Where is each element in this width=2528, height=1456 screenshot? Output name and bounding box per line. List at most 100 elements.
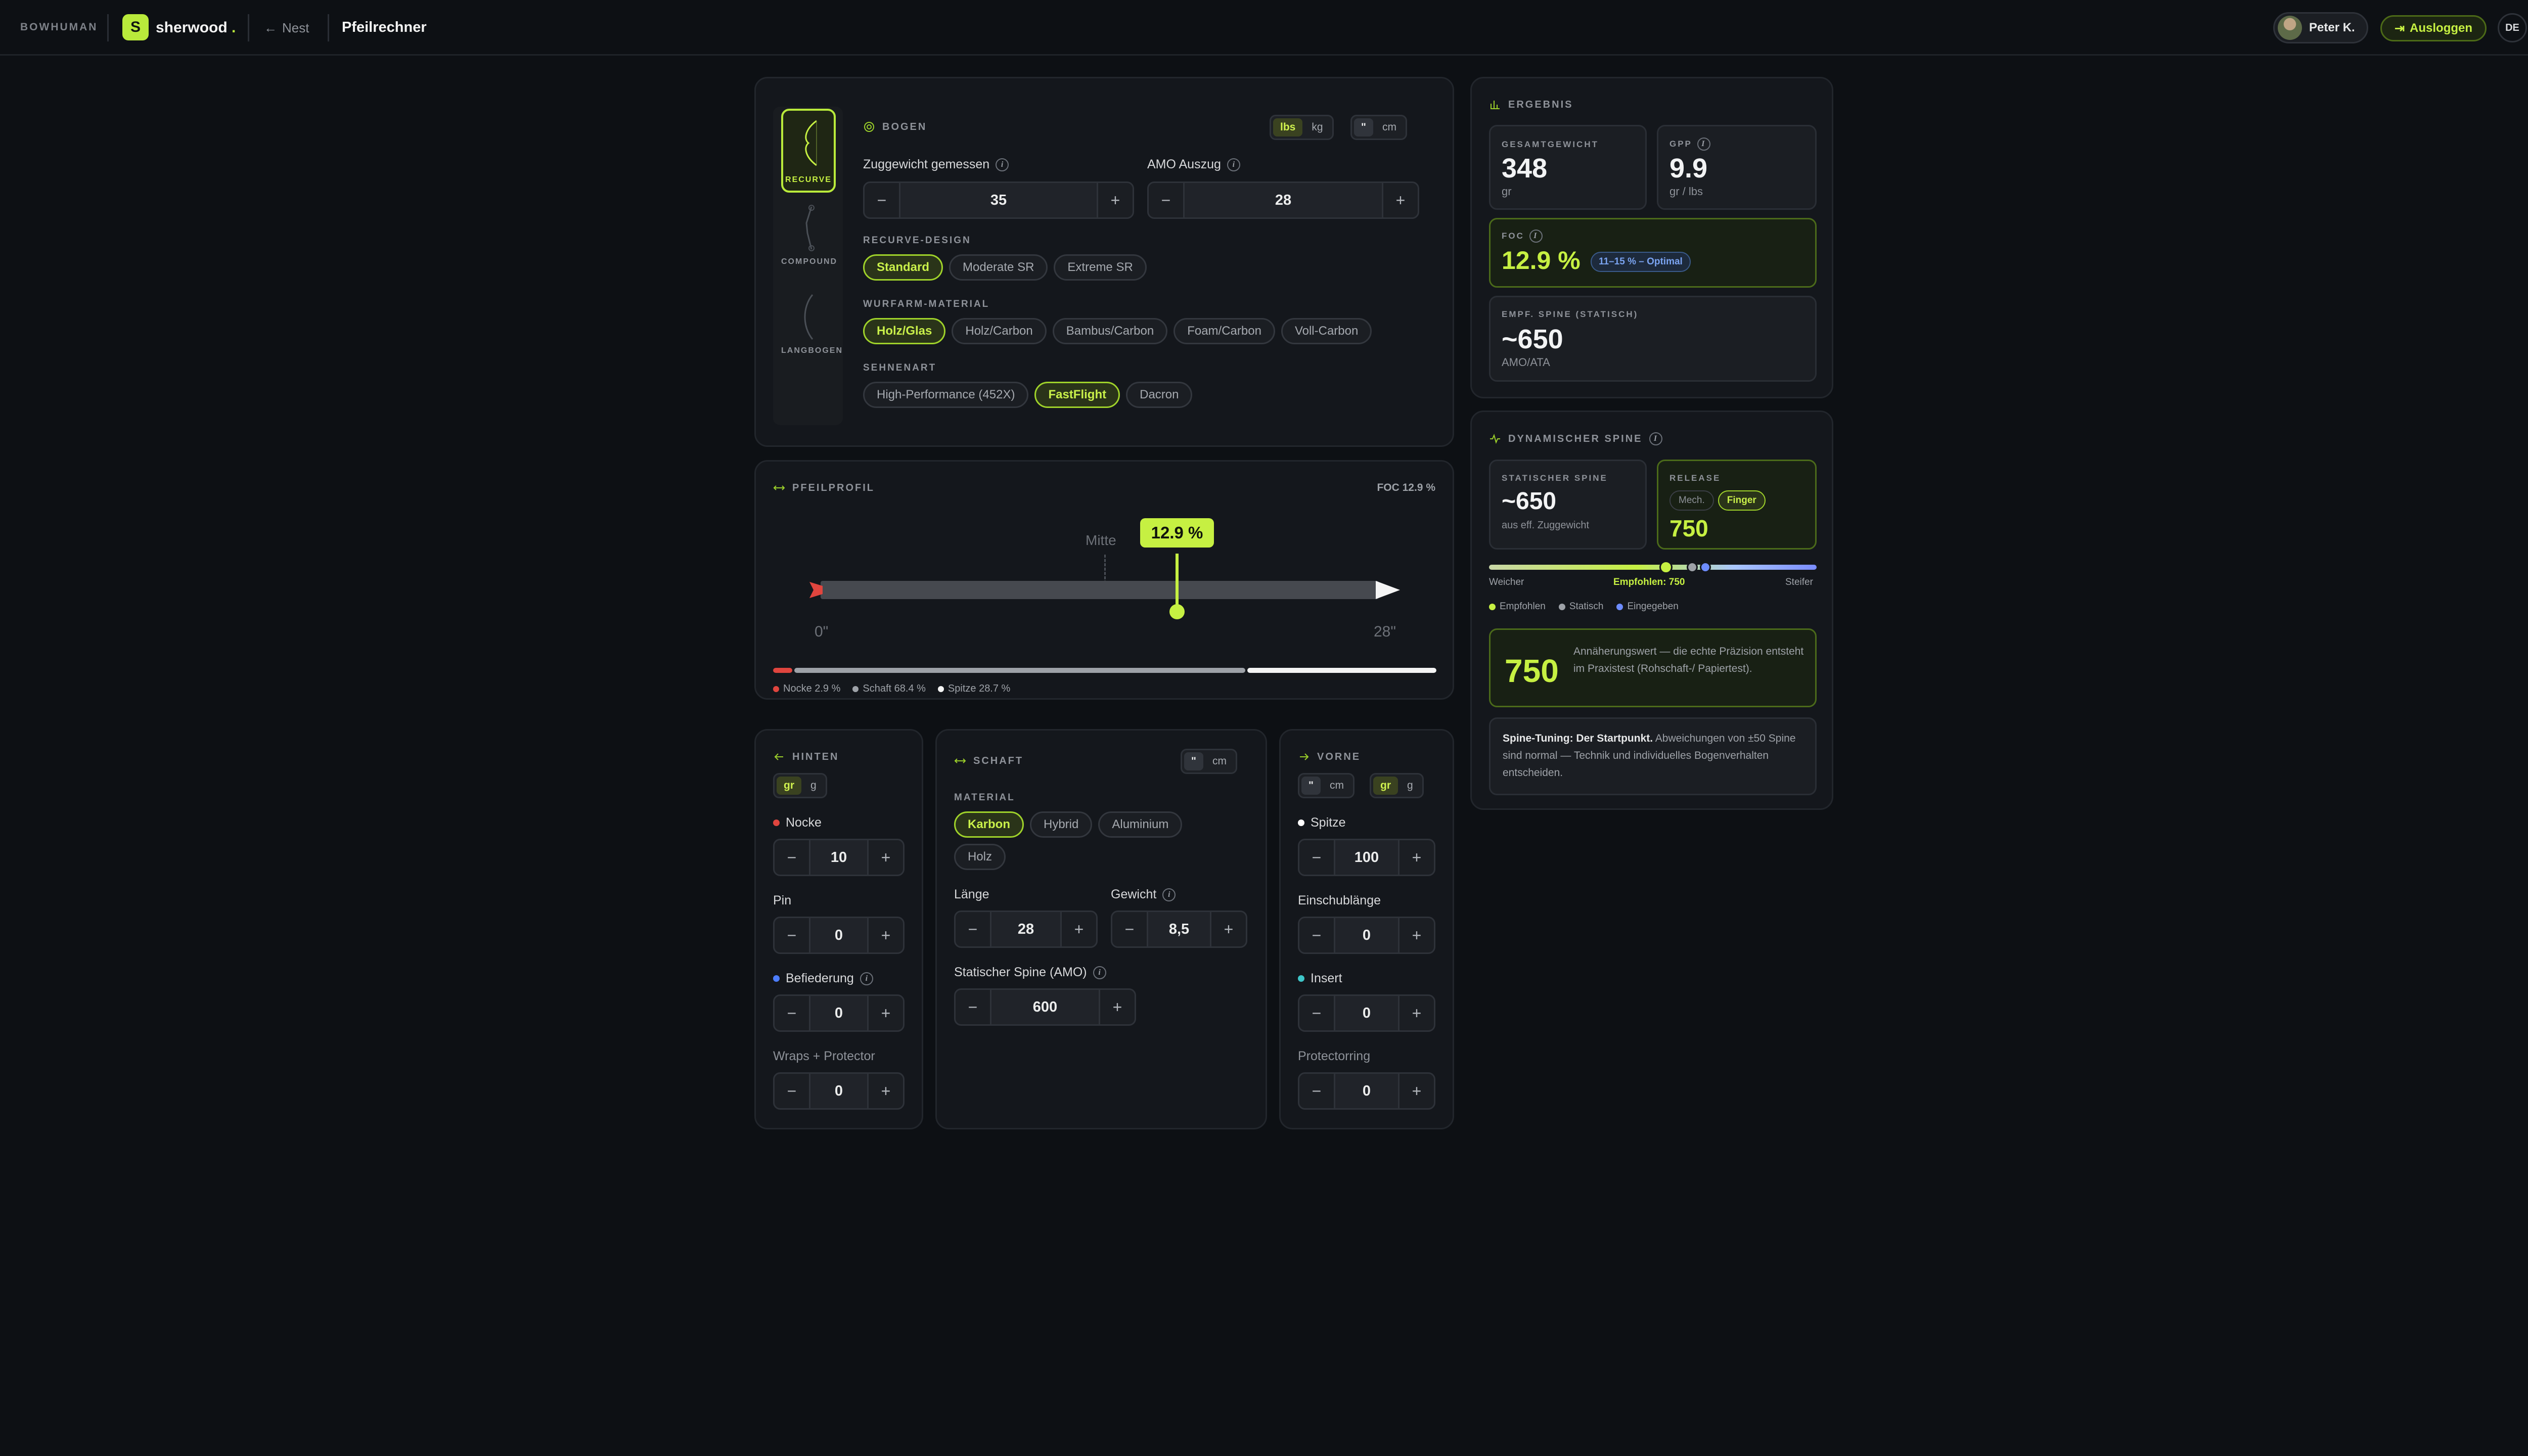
- limb-option[interactable]: Holz/Glas: [863, 318, 946, 344]
- unit-inch[interactable]: ": [1184, 752, 1203, 770]
- bow-type-recurve[interactable]: RECURVE: [781, 109, 836, 193]
- plus-button[interactable]: +: [1400, 840, 1434, 875]
- static-spine-value[interactable]: 600: [990, 990, 1100, 1024]
- shaft-length-stepper[interactable]: −28 +: [954, 911, 1098, 948]
- minus-button[interactable]: −: [956, 912, 990, 946]
- info-icon[interactable]: i: [1227, 158, 1240, 171]
- unit-gr[interactable]: gr: [1373, 777, 1398, 795]
- amo-value[interactable]: 28: [1183, 183, 1383, 217]
- plus-button[interactable]: +: [869, 1074, 903, 1108]
- shaft-weight-value[interactable]: 8,5: [1147, 912, 1211, 946]
- pin-value[interactable]: 0: [809, 918, 869, 952]
- protector-ring-value[interactable]: 0: [1334, 1074, 1400, 1108]
- minus-button[interactable]: −: [1112, 912, 1147, 946]
- logout-button[interactable]: ⇥ Ausloggen: [2380, 15, 2487, 41]
- material-option[interactable]: Holz: [954, 844, 1006, 870]
- unit-cm[interactable]: cm: [1205, 752, 1234, 770]
- release-option[interactable]: Mech.: [1669, 490, 1714, 511]
- info-icon[interactable]: i: [1649, 432, 1663, 445]
- nock-stepper[interactable]: −10 +: [773, 839, 905, 876]
- limb-option[interactable]: Bambus/Carbon: [1052, 318, 1168, 344]
- shaft-weight-stepper[interactable]: −8,5 +: [1111, 911, 1247, 948]
- front-weight-unit-toggle[interactable]: gr g: [1370, 773, 1424, 798]
- unit-inch[interactable]: ": [1301, 777, 1321, 795]
- user-menu[interactable]: Peter K.: [2273, 12, 2368, 43]
- fletching-stepper[interactable]: −0 +: [773, 994, 905, 1032]
- material-option[interactable]: Hybrid: [1030, 811, 1093, 838]
- minus-button[interactable]: −: [1149, 183, 1183, 217]
- back-nest-link[interactable]: ← Nest: [264, 20, 309, 36]
- material-option[interactable]: Karbon: [954, 811, 1024, 838]
- plus-button[interactable]: +: [1383, 183, 1418, 217]
- minus-button[interactable]: −: [1299, 840, 1334, 875]
- insert-length-stepper[interactable]: −0 +: [1298, 917, 1435, 954]
- draw-weight-stepper[interactable]: −35 +: [863, 181, 1134, 219]
- plus-button[interactable]: +: [869, 918, 903, 952]
- unit-cm[interactable]: cm: [1375, 118, 1404, 136]
- design-option[interactable]: Extreme SR: [1054, 254, 1147, 281]
- plus-button[interactable]: +: [1062, 912, 1096, 946]
- amo-stepper[interactable]: −28 +: [1147, 181, 1419, 219]
- unit-inch[interactable]: ": [1354, 118, 1373, 136]
- string-option[interactable]: High-Performance (452X): [863, 382, 1029, 408]
- minus-button[interactable]: −: [956, 990, 990, 1024]
- info-icon[interactable]: i: [1162, 888, 1176, 901]
- plus-button[interactable]: +: [1211, 912, 1246, 946]
- rear-unit-toggle[interactable]: gr g: [773, 773, 827, 798]
- limb-option[interactable]: Foam/Carbon: [1173, 318, 1275, 344]
- insert-stepper[interactable]: −0 +: [1298, 994, 1435, 1032]
- minus-button[interactable]: −: [865, 183, 899, 217]
- protector-ring-stepper[interactable]: −0 +: [1298, 1072, 1435, 1110]
- length-unit-toggle[interactable]: " cm: [1350, 115, 1407, 140]
- unit-kg[interactable]: kg: [1304, 118, 1330, 136]
- limb-option[interactable]: Voll-Carbon: [1281, 318, 1372, 344]
- design-option[interactable]: Standard: [863, 254, 943, 281]
- info-icon[interactable]: i: [1093, 966, 1106, 979]
- minus-button[interactable]: −: [775, 996, 809, 1030]
- minus-button[interactable]: −: [775, 918, 809, 952]
- plus-button[interactable]: +: [1100, 990, 1135, 1024]
- shaft-length-value[interactable]: 28: [990, 912, 1062, 946]
- plus-button[interactable]: +: [1400, 918, 1434, 952]
- unit-lbs[interactable]: lbs: [1273, 118, 1303, 136]
- minus-button[interactable]: −: [1299, 996, 1334, 1030]
- plus-button[interactable]: +: [1400, 996, 1434, 1030]
- pin-stepper[interactable]: −0 +: [773, 917, 905, 954]
- nock-value[interactable]: 10: [809, 840, 869, 875]
- info-icon[interactable]: i: [1697, 138, 1710, 151]
- plus-button[interactable]: +: [869, 996, 903, 1030]
- minus-button[interactable]: −: [775, 840, 809, 875]
- insert-length-value[interactable]: 0: [1334, 918, 1400, 952]
- info-icon[interactable]: i: [1529, 230, 1543, 243]
- bow-type-longbow[interactable]: LANGBOGEN: [781, 289, 842, 365]
- front-length-unit-toggle[interactable]: " cm: [1298, 773, 1355, 798]
- plus-button[interactable]: +: [869, 840, 903, 875]
- unit-g[interactable]: g: [1400, 777, 1420, 795]
- plus-button[interactable]: +: [1400, 1074, 1434, 1108]
- language-button[interactable]: DE: [2498, 13, 2527, 42]
- foc-marker-dot[interactable]: [1169, 604, 1185, 619]
- static-spine-stepper[interactable]: −600 +: [954, 988, 1136, 1026]
- point-stepper[interactable]: −100 +: [1298, 839, 1435, 876]
- point-value[interactable]: 100: [1334, 840, 1400, 875]
- insert-value[interactable]: 0: [1334, 996, 1400, 1030]
- minus-button[interactable]: −: [1299, 1074, 1334, 1108]
- app-logo[interactable]: S: [122, 14, 149, 40]
- bow-type-compound[interactable]: COMPOUND: [781, 200, 836, 276]
- limb-option[interactable]: Holz/Carbon: [952, 318, 1047, 344]
- string-option[interactable]: FastFlight: [1034, 382, 1120, 408]
- wraps-stepper[interactable]: −0 +: [773, 1072, 905, 1110]
- draw-weight-value[interactable]: 35: [899, 183, 1098, 217]
- minus-button[interactable]: −: [1299, 918, 1334, 952]
- design-option[interactable]: Moderate SR: [949, 254, 1048, 281]
- plus-button[interactable]: +: [1098, 183, 1133, 217]
- release-option[interactable]: Finger: [1718, 490, 1766, 511]
- unit-g[interactable]: g: [803, 777, 824, 795]
- app-name[interactable]: sherwood .: [156, 19, 236, 36]
- weight-unit-toggle[interactable]: lbs kg: [1270, 115, 1334, 140]
- info-icon[interactable]: i: [860, 972, 873, 985]
- unit-gr[interactable]: gr: [777, 777, 801, 795]
- fletching-value[interactable]: 0: [809, 996, 869, 1030]
- material-option[interactable]: Aluminium: [1098, 811, 1183, 838]
- info-icon[interactable]: i: [996, 158, 1009, 171]
